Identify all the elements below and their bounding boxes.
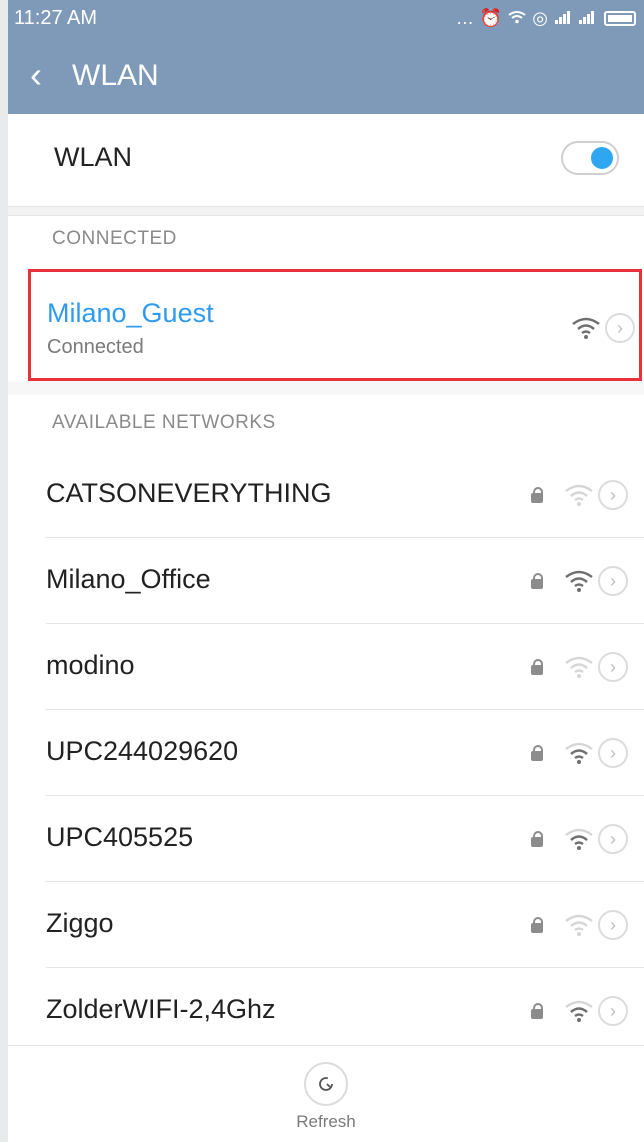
wifi-signal-icon — [565, 742, 593, 764]
network-name: Milano_Office — [46, 564, 211, 594]
lock-icon — [531, 573, 543, 591]
toggle-knob — [591, 147, 613, 169]
section-divider — [8, 381, 644, 395]
lock-icon — [531, 1003, 543, 1021]
sync-icon: ◎ — [532, 8, 548, 28]
wlan-toggle-switch[interactable] — [561, 141, 619, 175]
lock-icon — [531, 917, 543, 935]
wlan-toggle-row[interactable]: WLAN — [8, 114, 644, 206]
network-details-chevron-icon[interactable]: › — [598, 996, 628, 1026]
refresh-label: Refresh — [296, 1112, 356, 1131]
network-name: UPC244029620 — [46, 736, 239, 766]
wifi-signal-icon — [572, 317, 600, 339]
section-divider — [8, 206, 644, 216]
network-row[interactable]: UPC244029620 › — [8, 710, 644, 796]
network-details-chevron-icon[interactable]: › — [598, 738, 628, 768]
network-row[interactable]: CATSONEVERYTHING › — [8, 452, 644, 538]
bottom-bar: Refresh — [8, 1045, 644, 1143]
signal-icon — [578, 0, 596, 36]
wifi-icon — [508, 0, 526, 36]
network-row[interactable]: ZolderWIFI-2,4Ghz › — [8, 968, 644, 1054]
lock-icon — [531, 745, 543, 763]
wlan-settings-screen: 11:27 AM … ⏰ ◎ ‹ WLAN WLAN CONNECTED Mil… — [8, 0, 644, 1143]
window-edge — [0, 0, 8, 1142]
battery-icon — [604, 10, 636, 26]
connected-section-header: CONNECTED — [52, 228, 177, 249]
chevron-left-icon[interactable]: ‹ — [30, 52, 70, 98]
network-name: Ziggo — [46, 908, 114, 938]
network-status: Connected — [47, 336, 144, 358]
status-bar: 11:27 AM … ⏰ ◎ — [8, 0, 644, 36]
status-icons: … ⏰ ◎ — [456, 0, 636, 36]
wifi-signal-icon — [565, 914, 593, 936]
network-details-chevron-icon[interactable]: › — [598, 480, 628, 510]
signal-icon — [554, 0, 572, 36]
network-row[interactable]: UPC405525 › — [8, 796, 644, 882]
wifi-signal-icon — [565, 570, 593, 592]
network-details-chevron-icon[interactable]: › — [598, 910, 628, 940]
lock-icon — [531, 659, 543, 677]
wifi-signal-icon — [565, 828, 593, 850]
status-time: 11:27 AM — [14, 7, 98, 29]
network-details-chevron-icon[interactable]: › — [598, 652, 628, 682]
lock-icon — [531, 831, 543, 849]
network-name: ZolderWIFI-2,4Ghz — [46, 994, 276, 1024]
network-details-chevron-icon[interactable]: › — [598, 824, 628, 854]
refresh-icon — [304, 1062, 348, 1106]
lock-icon — [531, 487, 543, 505]
connected-network-row[interactable]: Milano_Guest Connected › — [28, 269, 642, 381]
wifi-signal-icon — [565, 656, 593, 678]
title-bar: ‹ WLAN — [8, 36, 644, 114]
network-row[interactable]: Ziggo › — [8, 882, 644, 968]
available-section-header: AVAILABLE NETWORKS — [52, 412, 276, 433]
network-row[interactable]: modino › — [8, 624, 644, 710]
alarm-icon: ⏰ — [479, 8, 503, 28]
wifi-signal-icon — [565, 484, 593, 506]
network-row[interactable]: Milano_Office › — [8, 538, 644, 624]
more-icon: … — [455, 8, 474, 28]
network-name: Milano_Guest — [47, 298, 214, 328]
wifi-signal-icon — [565, 1000, 593, 1022]
network-name: UPC405525 — [46, 822, 194, 852]
network-name: CATSONEVERYTHING — [46, 478, 332, 508]
refresh-button[interactable]: Refresh — [294, 1062, 358, 1142]
network-details-chevron-icon[interactable]: › — [598, 566, 628, 596]
network-name: modino — [46, 650, 135, 680]
page-title: WLAN — [72, 59, 159, 92]
network-details-chevron-icon[interactable]: › — [605, 313, 635, 343]
wlan-toggle-label: WLAN — [54, 142, 133, 172]
